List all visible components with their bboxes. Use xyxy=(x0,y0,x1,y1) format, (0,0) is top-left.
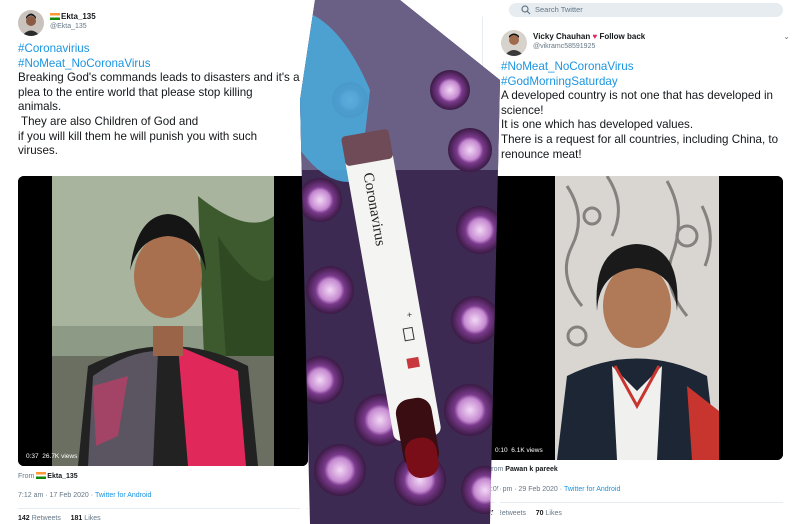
left-tweet-header: Ekta_135 @Ekta_135 ⌄ xyxy=(18,8,307,38)
author-name[interactable]: Vicky Chauhan ♥ Follow back xyxy=(533,32,645,41)
hashtag-link[interactable]: #GodMorningSaturday xyxy=(501,75,778,90)
india-flag-icon xyxy=(36,472,47,479)
client-source-link[interactable]: Twitter for Android xyxy=(95,492,151,499)
divider xyxy=(18,508,308,509)
tweet-line: renounce meat! xyxy=(501,147,582,161)
tweet-stats: 142 Retweets 181 Likes xyxy=(18,515,101,522)
video-stats: 0:10 6.1K views xyxy=(495,447,543,454)
hashtag-link[interactable]: #NoMeat_NoCoronaVirus xyxy=(501,60,778,75)
tweet-line: A developed country is not one that has … xyxy=(501,89,774,103)
video-player[interactable]: 0:10 6.1K views xyxy=(487,176,783,460)
author-name[interactable]: Ekta_135 xyxy=(50,12,96,21)
video-frame xyxy=(487,176,783,460)
tweet-line: science! xyxy=(501,103,544,117)
tweet-line: viruses. xyxy=(18,144,58,158)
tweet-line: They are also Children of God and xyxy=(18,114,199,128)
like-count[interactable]: 70 xyxy=(536,510,544,517)
video-stats: 0:37 26.7K views xyxy=(26,453,78,460)
retweets-label[interactable]: Retweets xyxy=(32,515,61,522)
tweet-line: if you will kill them he will punish you… xyxy=(18,129,258,143)
retweets-label[interactable]: Retweets xyxy=(497,510,526,517)
tweet-timestamp: 7:12 am · 17 Feb 2020 · Twitter for Andr… xyxy=(18,492,151,499)
search-input[interactable]: Search Twitter xyxy=(509,3,783,17)
divider xyxy=(487,502,783,503)
video-source: From Ekta_135 xyxy=(18,472,78,480)
chevron-down-icon[interactable]: ⌄ xyxy=(783,32,790,41)
source-user-link[interactable]: Pawan k pareek xyxy=(505,466,558,473)
likes-label[interactable]: Likes xyxy=(84,515,100,522)
timestamp-link[interactable]: 7:12 am · 17 Feb 2020 · xyxy=(18,492,93,499)
video-player[interactable]: 0:37 26.7K views xyxy=(18,176,308,466)
right-tweet: ← Search Twitter Vicky Chauhan ♥ Follow … xyxy=(482,0,800,524)
avatar[interactable] xyxy=(18,10,44,36)
author-handle[interactable]: @Ekta_135 xyxy=(50,23,87,30)
video-frame xyxy=(18,176,308,466)
client-source-link[interactable]: Twitter for Android xyxy=(564,486,620,493)
heart-icon: ♥ xyxy=(592,32,598,41)
tweet-text: #NoMeat_NoCoronaVirus #GodMorningSaturda… xyxy=(501,60,778,162)
tweet-line: Breaking God's commands leads to disaste… xyxy=(18,71,300,85)
hashtag-link[interactable]: #NoMeat_NoCoronaVirus xyxy=(18,57,300,72)
tweet-text: #Coronavirius #NoMeat_NoCoronaVirus Brea… xyxy=(18,42,300,159)
coronavirus-test-tube-photo: Coronavirus + xyxy=(300,0,500,524)
right-tweet-header: Vicky Chauhan ♥ Follow back @vikramc5859… xyxy=(501,28,792,58)
like-count[interactable]: 181 xyxy=(71,515,83,522)
india-flag-icon xyxy=(50,13,60,20)
retweet-count[interactable]: 142 xyxy=(18,515,30,522)
avatar[interactable] xyxy=(501,30,527,56)
likes-label[interactable]: Likes xyxy=(546,510,562,517)
tweet-line: It is one which has developed values. xyxy=(501,118,694,132)
tweet-line: animals. xyxy=(18,100,62,114)
tweet-line: plea to the entire world that please sto… xyxy=(18,85,253,99)
tweet-timestamp: 7:05 pm · 29 Feb 2020 · Twitter for Andr… xyxy=(487,486,620,493)
tweet-line: There is a request for all countries, in… xyxy=(501,132,779,146)
left-tweet: Ekta_135 @Ekta_135 ⌄ #Coronavirius #NoMe… xyxy=(0,0,315,524)
author-handle[interactable]: @vikramc58591925 xyxy=(533,43,595,50)
source-user-link[interactable]: Ekta_135 xyxy=(47,473,77,480)
search-icon xyxy=(521,5,531,15)
hashtag-link[interactable]: #Coronavirius xyxy=(18,42,300,57)
search-placeholder: Search Twitter xyxy=(535,5,583,14)
